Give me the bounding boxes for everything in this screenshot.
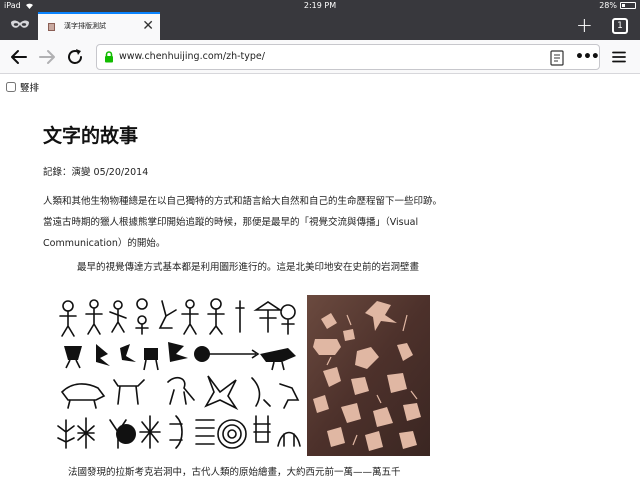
reload-icon[interactable] (65, 47, 85, 67)
rock-art-photo (307, 295, 430, 456)
page-title: 文字的故事 (43, 125, 139, 147)
hamburger-menu-icon[interactable] (612, 50, 626, 64)
new-tab-plus-icon[interactable]: + (576, 15, 593, 35)
battery-icon (620, 2, 636, 9)
second-caption: 法國發現的拉斯考克岩洞中，古代人類的原始繪畫，大約西元前一萬——萬五千 (68, 467, 401, 478)
page-favicon-icon (48, 23, 55, 31)
pictograph-illustration (57, 298, 301, 449)
active-tab[interactable]: 漢字排版測試 ✕ (38, 12, 160, 40)
tab-strip: 漢字排版測試 ✕ + 1 (0, 12, 640, 40)
reader-mode-icon[interactable] (550, 50, 564, 66)
tab-title: 漢字排版測試 (64, 22, 106, 30)
vertical-layout-toggle[interactable]: 豎排 (6, 80, 39, 94)
battery-percent: 28% (599, 1, 617, 10)
page-actions-more-icon[interactable]: ••• (575, 50, 600, 64)
figure-caption: 最早的視覺傳達方式基本都是利用圖形進行的。這是北美印地安在史前的岩洞壁畫 (76, 262, 419, 273)
navigation-toolbar: www.chenhuijing.com/zh-type/ ••• (0, 40, 640, 74)
back-arrow-icon[interactable] (9, 47, 29, 67)
vertical-label: 豎排 (20, 83, 40, 94)
private-browsing-mask-icon[interactable] (10, 18, 30, 32)
close-tab-icon[interactable]: ✕ (142, 18, 154, 34)
url-text: www.chenhuijing.com/zh-type/ (119, 51, 265, 62)
address-bar[interactable]: www.chenhuijing.com/zh-type/ ••• (96, 44, 600, 70)
intro-paragraph: 人類和其他生物物種總是在以自己獨特的方式和語言給大自然和自己的生命歷程留下一些印… (43, 196, 443, 249)
record-date: 記錄：演變 05/20/2014 (43, 167, 149, 178)
forward-arrow-icon[interactable] (37, 47, 57, 67)
secure-lock-icon (105, 51, 113, 63)
vertical-checkbox[interactable] (6, 82, 16, 92)
status-bar: iPad 2:19 PM 28% (0, 0, 640, 12)
clock: 2:19 PM (303, 1, 337, 10)
tab-count-button[interactable]: 1 (612, 18, 628, 34)
